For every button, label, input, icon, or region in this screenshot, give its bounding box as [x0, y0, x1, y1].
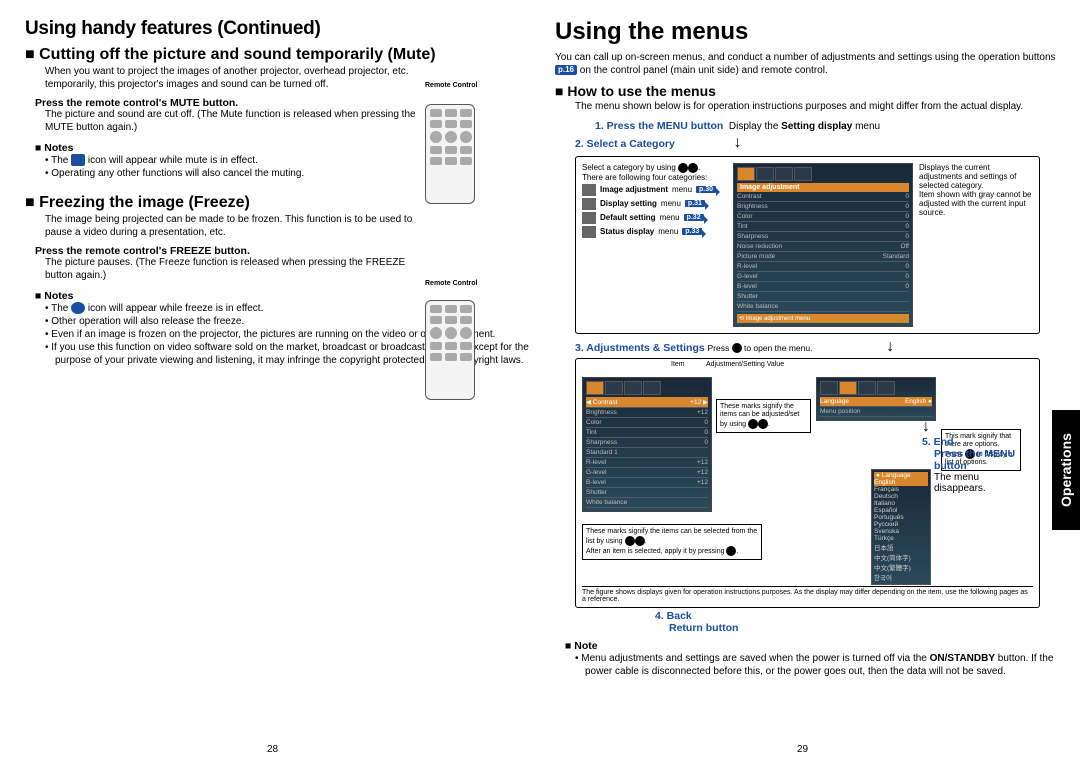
step3-label: 3. Adjustments & Settings [575, 342, 705, 354]
enter-icon [732, 343, 742, 353]
info-icon [582, 226, 596, 238]
mark-sel-note: These marks signify the items can be sel… [582, 524, 762, 560]
display-icon [582, 198, 596, 210]
left-page: Using handy features (Continued) Cutting… [0, 0, 545, 763]
page-number-right: 29 [797, 744, 808, 755]
left-heading: Using handy features (Continued) [25, 18, 530, 40]
cat-left-panel: Select a category by using .There are fo… [582, 163, 727, 327]
adj-osd-right: LanguageEnglish ● Menu position [816, 377, 936, 421]
freeze-icon [71, 302, 85, 314]
howto-title: How to use the menus [555, 83, 1060, 99]
adj-val-label: Adjustment/Setting Value [706, 361, 784, 368]
section-tab-operations: Operations [1052, 410, 1080, 530]
nav-lr-icon [678, 163, 688, 173]
right-intro: You can call up on-screen menus, and con… [555, 52, 1060, 77]
adj-osd-left: ◀ Contrast+12 ▶ Brightness+12 Color0 Tin… [582, 377, 712, 512]
step4-label: 4. Back [655, 610, 1060, 622]
howto-body: The menu shown below is for operation in… [575, 101, 1060, 114]
cat-item-0: Image adjustment menu p.30 [582, 184, 727, 196]
bottom-note: Menu adjustments and settings are saved … [575, 652, 1060, 678]
step5-block: ↓ 5. End Press the MENU button The menu … [922, 418, 1032, 494]
cat-item-3: Status display menu p.33 [582, 226, 727, 238]
freeze-intro: The image being projected can be made to… [45, 214, 425, 239]
osd-footer: ⟲ Image adjustment menu [737, 314, 909, 323]
mute-title: Cutting off the picture and sound tempor… [25, 46, 530, 64]
step4-sub: Return button [669, 622, 1060, 634]
remote-control-image-2 [425, 300, 475, 400]
arrow-down-2: ↓ [815, 338, 965, 356]
sun-icon [582, 184, 596, 196]
right-page: Using the menus You can call up on-scree… [545, 0, 1060, 763]
mark-adj-note: These marks signify the items can be adj… [716, 399, 811, 433]
item-label: Item [671, 361, 685, 368]
remote-label-2: Remote Control [425, 280, 478, 287]
cat-right-text: Displays the current adjustments and set… [919, 163, 1033, 327]
freeze-step-body: The picture pauses. (The Freeze function… [45, 257, 425, 282]
nav-lr-icon-2 [688, 163, 698, 173]
freeze-step-head: Press the remote control's FREEZE button… [35, 245, 530, 257]
remote-label-1: Remote Control [425, 82, 478, 89]
mute-step-body: The picture and sound are cut off. (The … [45, 109, 425, 134]
step1-label: 1. Press the MENU button [595, 120, 723, 132]
step1-row: 1. Press the MENU button Display the Set… [595, 120, 1060, 132]
page-number-left: 28 [267, 744, 278, 755]
diagram-footer-note: The figure shows displays given for oper… [582, 586, 1033, 603]
cat-item-1: Display setting menu p.31 [582, 198, 727, 210]
category-diagram: Select a category by using .There are fo… [575, 156, 1040, 334]
mute-icon [71, 154, 85, 166]
gear-icon [582, 212, 596, 224]
bottom-note-list: Menu adjustments and settings are saved … [575, 652, 1060, 678]
right-heading: Using the menus [555, 18, 1060, 46]
arrow-down-1: ↓ [678, 134, 798, 152]
pref-p16: p.16 [555, 65, 577, 75]
step2-label: 2. Select a Category [575, 138, 675, 150]
bottom-note-hd: Note [565, 640, 1060, 652]
osd-preview: Image adjustment Contrast0Brightness0Col… [733, 163, 913, 327]
mute-intro: When you want to project the images of a… [45, 66, 425, 91]
cat-item-2: Default setting menu p.32 [582, 212, 727, 224]
remote-control-image-1 [425, 104, 475, 204]
